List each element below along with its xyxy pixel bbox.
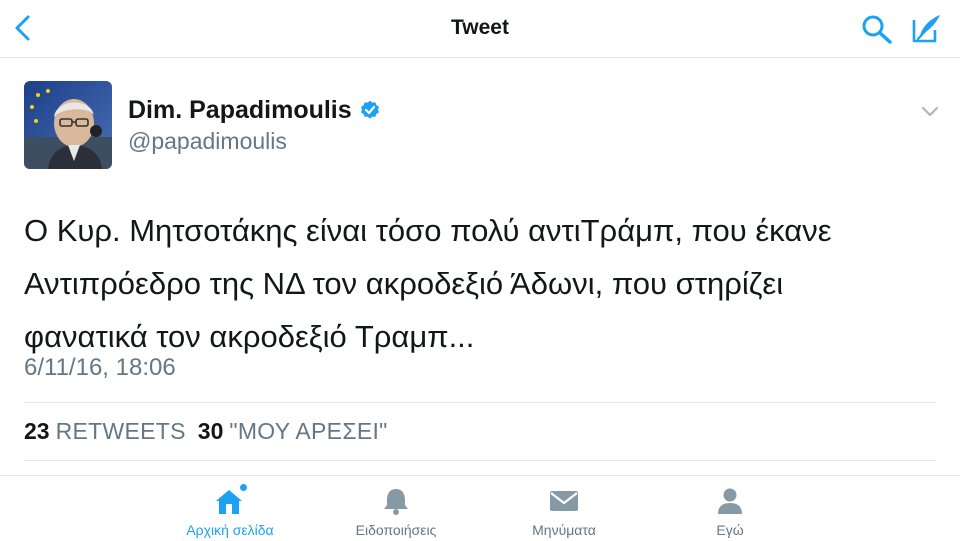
divider [24,402,936,403]
tweet-text: Ο Κυρ. Μητσοτάκης είναι τόσο πολύ αντιΤρ… [24,204,944,363]
search-icon [862,15,892,44]
tab-label: Εγώ [716,522,744,538]
compose-icon [912,15,940,43]
tab-me[interactable]: Εγώ [650,482,810,540]
tweet-stats: 23 RETWEETS 30 "ΜΟΥ ΑΡΕΣΕΙ" [24,418,400,445]
tweet-menu-button[interactable] [916,97,944,125]
bell-icon [378,486,414,516]
compose-button[interactable] [908,11,944,47]
tweet-text-line: Αντιπρόεδρο της ΝΔ τον ακροδεξιό Άδωνι, … [24,266,784,301]
tab-messages[interactable]: Μηνύματα [484,482,644,540]
chevron-down-icon [921,106,939,117]
divider [24,460,936,461]
author-name-row[interactable]: Dim. Papadimoulis [128,94,380,126]
tweet-timestamp: 6/11/16, 18:06 [24,354,176,381]
person-icon [712,486,748,516]
likes-count[interactable]: 30 [198,418,224,445]
tweet-text-line: Ο Κυρ. Μητσοτάκης είναι τόσο πολύ αντιΤρ… [24,213,832,248]
avatar-photo [24,81,112,169]
tab-home[interactable]: Αρχική σελίδα [150,482,310,540]
home-icon [212,484,248,516]
author-handle[interactable]: @papadimoulis [128,128,287,155]
tab-label: Ειδοποιήσεις [355,522,437,538]
tab-label: Μηνύματα [532,522,596,538]
verified-badge-icon [360,100,380,120]
envelope-icon [546,486,582,516]
likes-label[interactable]: "ΜΟΥ ΑΡΕΣΕΙ" [229,418,387,445]
page-title: Tweet [451,16,509,39]
tab-bar: Αρχική σελίδα Ειδοποιήσεις Μηνύματα Εγώ [0,475,960,541]
tab-notifications[interactable]: Ειδοποιήσεις [316,482,476,540]
search-button[interactable] [860,13,894,45]
top-bar: Tweet [0,0,960,58]
retweets-count[interactable]: 23 [24,418,50,445]
avatar[interactable] [24,81,112,169]
retweets-label[interactable]: RETWEETS [56,418,186,445]
author-name[interactable]: Dim. Papadimoulis [128,96,352,125]
unread-dot [240,484,247,491]
tab-label: Αρχική σελίδα [186,522,274,538]
